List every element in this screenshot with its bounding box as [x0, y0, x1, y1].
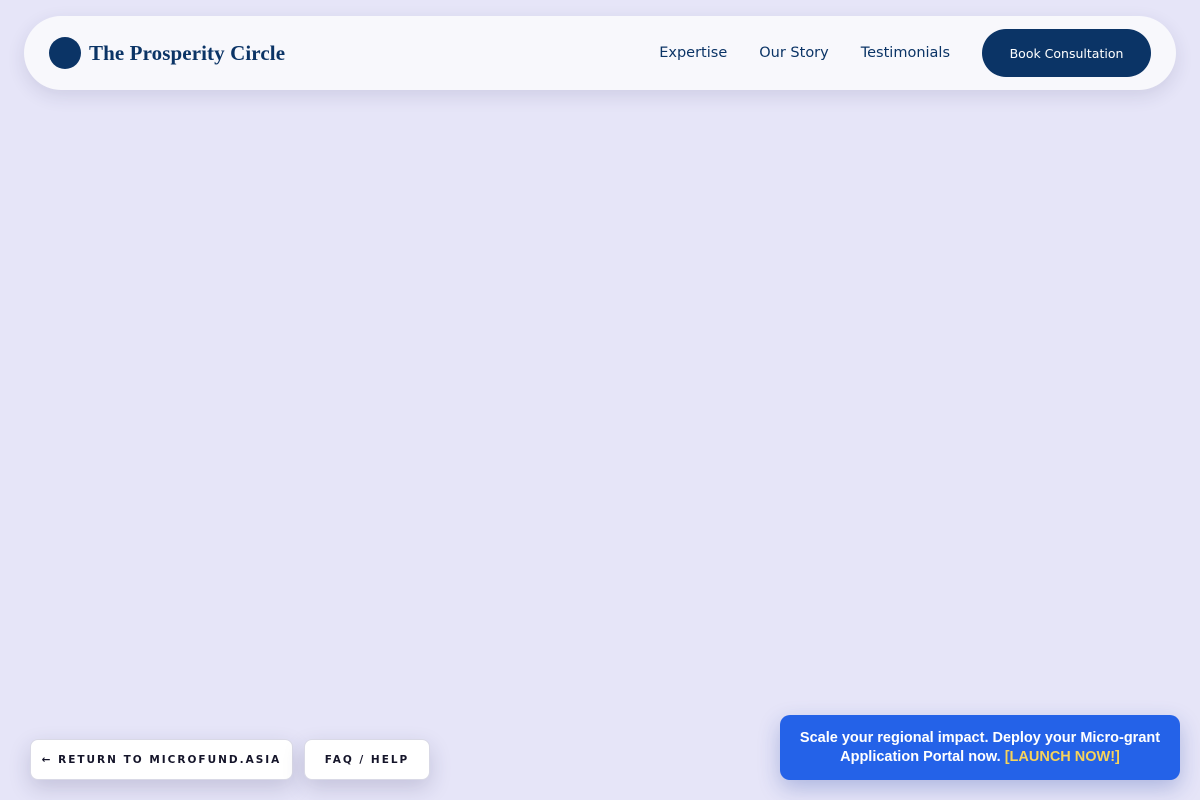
brand-logo-icon [49, 37, 81, 69]
footer-button-group: ← RETURN TO MICROFUND.ASIA FAQ / HELP [30, 739, 430, 780]
launch-now-link[interactable]: [LAUNCH NOW!] [1005, 749, 1120, 765]
nav-link-expertise[interactable]: Expertise [659, 45, 727, 61]
site-header: The Prosperity Circle Expertise Our Stor… [24, 16, 1176, 90]
brand-name: The Prosperity Circle [89, 40, 286, 65]
main-nav: Expertise Our Story Testimonials Book Co… [659, 29, 1151, 77]
book-consultation-button[interactable]: Book Consultation [982, 29, 1151, 77]
brand[interactable]: The Prosperity Circle [49, 37, 285, 69]
nav-link-our-story[interactable]: Our Story [759, 45, 828, 61]
return-to-microfund-button[interactable]: ← RETURN TO MICROFUND.ASIA [30, 739, 293, 780]
promo-banner[interactable]: Scale your regional impact. Deploy your … [780, 715, 1180, 780]
nav-link-testimonials[interactable]: Testimonials [861, 45, 950, 61]
promo-text-block: Scale your regional impact. Deploy your … [798, 729, 1162, 767]
faq-help-button[interactable]: FAQ / HELP [304, 739, 430, 780]
